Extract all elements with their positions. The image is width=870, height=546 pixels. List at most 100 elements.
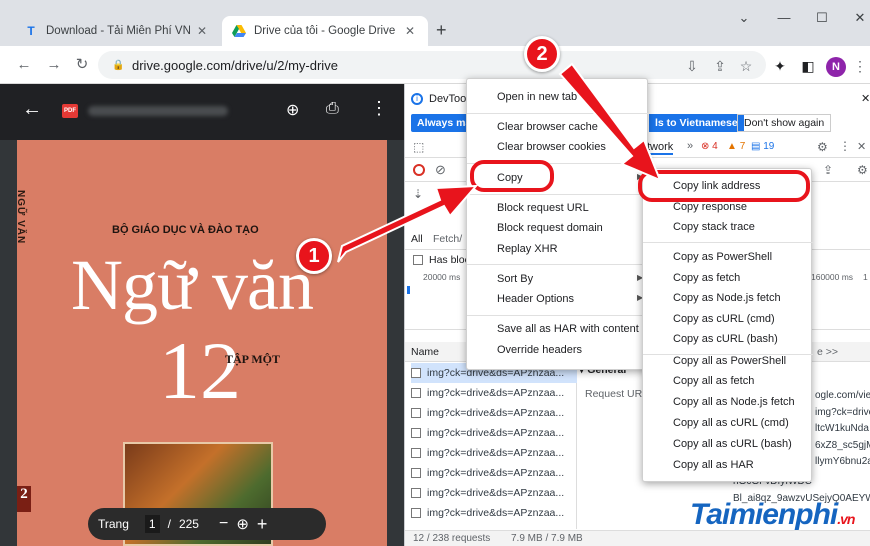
- menu-item-copy-all-node-fetch[interactable]: Copy all as Node.js fetch: [673, 392, 795, 412]
- forward-icon[interactable]: →: [44, 55, 64, 75]
- menu-kebab-icon[interactable]: ⋮: [850, 56, 870, 76]
- row-checkbox: [411, 368, 421, 378]
- table-row[interactable]: img?ck=drive&ds=APznzaa...: [411, 463, 564, 483]
- menu-item-open-new-tab[interactable]: Open in new tab: [497, 87, 577, 107]
- back-icon[interactable]: ←: [14, 55, 34, 75]
- menu-item-copy-all-powershell[interactable]: Copy all as PowerShell: [673, 351, 786, 371]
- menu-item-clear-cache[interactable]: Clear browser cache: [497, 117, 598, 137]
- url-fragment: img?ck=drive: [815, 406, 870, 418]
- table-row[interactable]: img?ck=drive&ds=APznzaa...: [411, 503, 564, 523]
- request-name: img?ck=drive&ds=APznzaa...: [427, 387, 565, 399]
- menu-item-copy-all-fetch[interactable]: Copy all as fetch: [673, 371, 754, 391]
- menu-item-save-har[interactable]: Save all as HAR with content: [497, 319, 639, 339]
- row-checkbox: [411, 508, 421, 518]
- highlight-copy-link-address: [638, 170, 810, 202]
- book-subtitle: TẬP MỘT: [225, 352, 281, 366]
- clear-icon[interactable]: ⊘: [435, 162, 446, 178]
- zoom-icon[interactable]: ⊕: [236, 515, 249, 533]
- menu-item-override-headers[interactable]: Override headers: [497, 340, 582, 360]
- minimize-icon[interactable]: —: [774, 10, 794, 25]
- page-number-input[interactable]: 1: [144, 515, 160, 533]
- close-window-icon[interactable]: ✕: [850, 10, 870, 26]
- close-tab-icon[interactable]: ✕: [194, 24, 210, 38]
- menu-item-replay-xhr[interactable]: Replay XHR: [497, 239, 558, 259]
- menu-item-block-url[interactable]: Block request URL: [497, 198, 589, 218]
- menu-item-sort-by[interactable]: Sort By: [497, 269, 533, 289]
- filter-fetch[interactable]: Fetch/: [433, 233, 462, 245]
- network-status-bar: 12 / 238 requests 7.9 MB / 7.9 MB: [405, 530, 870, 546]
- has-blocked-label: Has bloc: [429, 254, 470, 266]
- network-settings-icon[interactable]: ⚙: [857, 163, 868, 177]
- dont-show-again-button[interactable]: Don't show again: [737, 114, 832, 132]
- add-to-drive-icon[interactable]: ⊕: [286, 100, 299, 120]
- bookmark-star-icon[interactable]: ☆: [736, 56, 756, 76]
- share-icon[interactable]: ⇪: [710, 56, 730, 76]
- filter-all[interactable]: All: [411, 233, 423, 245]
- table-row[interactable]: img?ck=drive&ds=APznzaa...: [411, 483, 564, 503]
- timeline-start-label: 20000 ms: [423, 272, 461, 282]
- devtools-close-icon[interactable]: ✕: [857, 140, 866, 153]
- menu-item-copy-node-fetch[interactable]: Copy as Node.js fetch: [673, 288, 781, 308]
- menu-item-clear-cookies[interactable]: Clear browser cookies: [497, 137, 606, 157]
- tab-download[interactable]: T Download - Tải Miễn Phí VN - Ph ✕: [14, 16, 220, 46]
- network-tab[interactable]: twork: [647, 141, 674, 155]
- record-icon[interactable]: [413, 164, 425, 176]
- switch-language-button[interactable]: ls to Vietnamese: [649, 114, 744, 132]
- new-tab-button[interactable]: +: [436, 20, 447, 41]
- row-checkbox: [411, 388, 421, 398]
- inspect-icon[interactable]: ⬚: [413, 140, 424, 154]
- table-row[interactable]: img?ck=drive&ds=APznzaa...: [411, 443, 564, 463]
- zoom-in-icon[interactable]: +: [257, 514, 268, 535]
- pdf-page-controls: Trang 1 / 225 − ⊕ +: [88, 508, 326, 540]
- menu-item-copy-all-curl-cmd[interactable]: Copy all as cURL (cmd): [673, 413, 789, 433]
- print-icon[interactable]: ⎙: [326, 100, 339, 118]
- menu-item-copy-curl-bash[interactable]: Copy as cURL (bash): [673, 329, 778, 349]
- address-bar[interactable]: 🔒 drive.google.com/drive/u/2/my-drive: [98, 51, 766, 79]
- url-fragment: llymY6bnu2a: [815, 456, 870, 467]
- tab-title: Download - Tải Miễn Phí VN - Ph: [46, 25, 194, 37]
- reload-icon[interactable]: ↻: [72, 55, 92, 75]
- more-tabs-icon[interactable]: »: [687, 140, 693, 152]
- error-count: ⊗ 4: [701, 141, 718, 152]
- menu-item-copy-fetch[interactable]: Copy as fetch: [673, 268, 740, 288]
- table-row[interactable]: img?ck=drive&ds=APznzaa...: [411, 423, 564, 443]
- menu-item-header-options[interactable]: Header Options: [497, 289, 574, 309]
- maximize-icon[interactable]: ☐: [812, 10, 832, 26]
- copy-submenu: Copy link address Copy response Copy sta…: [642, 168, 813, 482]
- tab-search-icon[interactable]: ⌄: [734, 10, 754, 26]
- more-detail-tabs[interactable]: e >>: [817, 346, 838, 358]
- pdf-viewer: ← PDF ⊕ ⎙ ⋮ NGỮ VĂN BỘ GIÁO DỤC VÀ ĐÀO T…: [0, 84, 404, 546]
- devtools-menu-icon[interactable]: ⋮: [839, 139, 851, 153]
- settings-gear-icon[interactable]: ⚙: [817, 140, 828, 154]
- menu-divider: [467, 315, 649, 316]
- extensions-icon[interactable]: ✦: [770, 56, 790, 76]
- table-row[interactable]: img?ck=drive&ds=APznzaa...: [411, 383, 564, 403]
- menu-item-copy-powershell[interactable]: Copy as PowerShell: [673, 247, 772, 267]
- url-fragment: ltcW1kuNda: [815, 423, 869, 434]
- request-name: img?ck=drive&ds=APznzaa...: [427, 507, 565, 519]
- download-icon[interactable]: ⇣: [413, 187, 423, 201]
- zoom-out-icon[interactable]: −: [219, 515, 228, 533]
- tab-google-drive[interactable]: Drive của tôi - Google Drive ✕: [222, 16, 428, 46]
- table-row[interactable]: img?ck=drive&ds=APznzaa...: [411, 403, 564, 423]
- more-options-icon[interactable]: ⋮: [370, 98, 388, 119]
- close-tab-icon[interactable]: ✕: [402, 24, 418, 38]
- request-name: img?ck=drive&ds=APznzaa...: [427, 487, 565, 499]
- pdf-header: ← PDF ⊕ ⎙ ⋮: [0, 84, 404, 140]
- install-icon[interactable]: ⇩: [682, 56, 702, 76]
- lock-icon: 🔒: [112, 59, 125, 71]
- book-number: 12: [159, 325, 241, 416]
- menu-item-copy-all-curl-bash[interactable]: Copy all as cURL (bash): [673, 434, 792, 454]
- upload-icon[interactable]: ⇪: [823, 163, 833, 177]
- back-arrow-icon[interactable]: ←: [22, 98, 42, 121]
- menu-item-copy-all-har[interactable]: Copy all as HAR: [673, 455, 754, 475]
- avatar[interactable]: N: [826, 57, 846, 77]
- menu-item-block-domain[interactable]: Block request domain: [497, 218, 603, 238]
- has-blocked-checkbox[interactable]: [413, 255, 423, 265]
- column-name[interactable]: Name: [411, 346, 439, 358]
- menu-item-copy-curl-cmd[interactable]: Copy as cURL (cmd): [673, 309, 775, 329]
- menu-item-copy-stack-trace[interactable]: Copy stack trace: [673, 217, 755, 237]
- close-devtools-icon[interactable]: ✕: [861, 92, 870, 105]
- highlight-copy: [470, 160, 554, 192]
- side-panel-icon[interactable]: ◧: [798, 56, 818, 76]
